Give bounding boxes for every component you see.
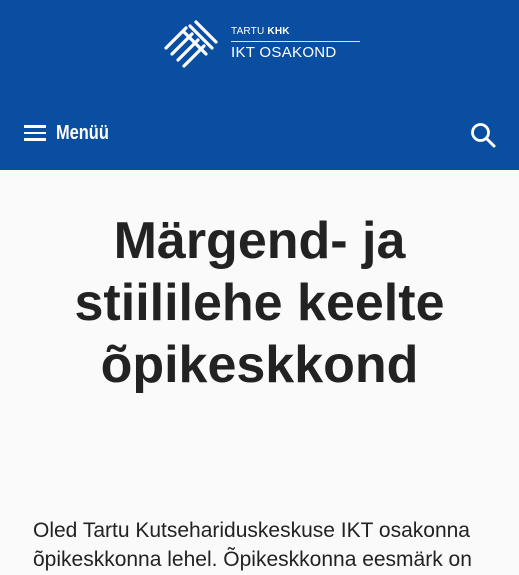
logo-bottom-text: IKT OSAKOND bbox=[231, 44, 337, 61]
logo-mark-icon bbox=[164, 20, 218, 68]
intro-paragraph: Oled Tartu Kutsehariduskeskuse IKT osako… bbox=[33, 516, 503, 574]
menu-button[interactable]: Menüü bbox=[24, 116, 120, 150]
menu-label: Menüü bbox=[56, 121, 109, 144]
hamburger-icon bbox=[24, 125, 46, 141]
page-title-line: stiililehe keelte bbox=[74, 274, 445, 332]
page-title-line: Märgend- ja bbox=[113, 212, 406, 270]
page-title-line: õpikeskkond bbox=[100, 336, 419, 394]
logo-top-text: TARTU KHK bbox=[231, 26, 290, 37]
logo-divider bbox=[231, 41, 360, 42]
intro-line: õpikeskkonna lehel. Õpikeskkonna eesmärk… bbox=[33, 548, 472, 571]
site-header: TARTU KHK IKT OSAKOND Menüü bbox=[0, 0, 519, 170]
search-icon bbox=[471, 123, 496, 148]
search-button[interactable] bbox=[468, 120, 498, 150]
main-content: Märgend- ja stiililehe keelte õpikeskkon… bbox=[0, 170, 519, 571]
intro-line: Oled Tartu Kutsehariduskeskuse IKT osako… bbox=[33, 519, 470, 542]
site-logo[interactable]: TARTU KHK IKT OSAKOND bbox=[160, 18, 360, 72]
page-title: Märgend- ja stiililehe keelte õpikeskkon… bbox=[0, 170, 519, 396]
